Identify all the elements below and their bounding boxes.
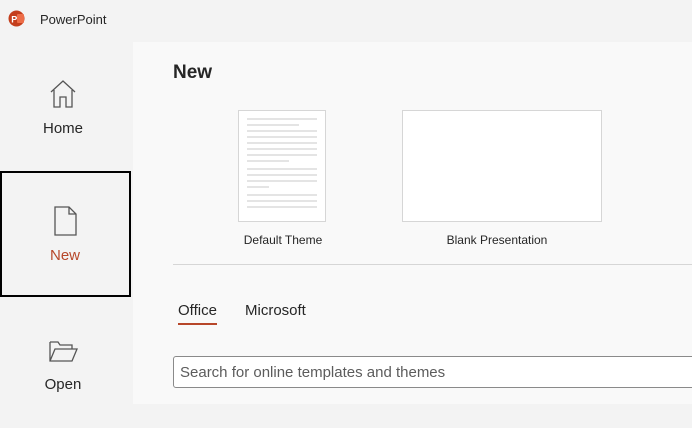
template-label: Blank Presentation [446, 233, 548, 247]
divider [173, 264, 692, 265]
powerpoint-logo-icon: P [8, 10, 25, 27]
app-title: PowerPoint [40, 12, 107, 27]
template-blank-presentation[interactable] [402, 110, 602, 222]
tab-office[interactable]: Office [178, 302, 217, 325]
sidebar-item-home[interactable]: Home [0, 40, 131, 166]
home-icon [50, 80, 76, 108]
default-theme-preview [247, 118, 317, 208]
svg-text:P: P [11, 14, 17, 24]
sidebar-item-label: New [49, 247, 80, 264]
search-input[interactable] [173, 356, 692, 388]
page-title: New [173, 62, 213, 83]
sidebar-item-label: Open [44, 376, 82, 393]
template-default-theme[interactable] [238, 110, 326, 222]
new-document-icon [54, 206, 77, 236]
sidebar-item-open[interactable]: Open [0, 302, 131, 428]
sidebar-item-new[interactable]: New [0, 171, 131, 297]
sidebar-item-label: Home [42, 120, 83, 137]
backstage-sidebar: Home New Open [0, 40, 133, 404]
main-panel: New Default Theme Blank Presentation Off… [133, 42, 692, 404]
folder-open-icon [49, 341, 78, 362]
title-bar: P PowerPoint [0, 0, 692, 40]
tab-microsoft[interactable]: Microsoft [245, 302, 306, 319]
template-label: Default Theme [243, 233, 323, 247]
